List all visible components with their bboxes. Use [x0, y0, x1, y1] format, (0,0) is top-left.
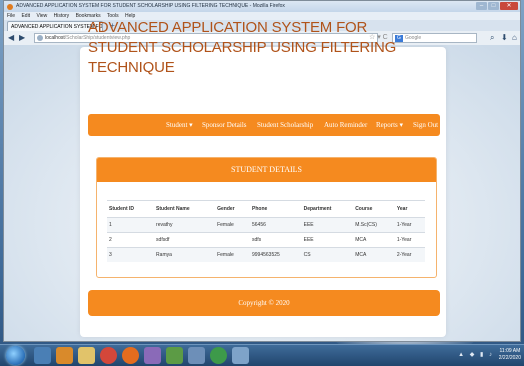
app-icon[interactable] [210, 347, 227, 364]
app-icon[interactable] [144, 347, 161, 364]
firefox-icon [7, 4, 13, 10]
start-button[interactable] [6, 346, 25, 365]
nav-student[interactable]: Student ▾ [166, 114, 193, 136]
student-table: Student ID Student Name Gender Phone Dep… [107, 200, 425, 262]
close-button[interactable]: ✕ [500, 2, 518, 10]
nav-reports[interactable]: Reports ▾ [376, 114, 403, 136]
window-controls: – □ ✕ [476, 2, 518, 10]
cell-id: 3 [107, 247, 155, 262]
chrome-icon[interactable] [100, 347, 117, 364]
media-player-icon[interactable] [56, 347, 73, 364]
cell-gender: Female [215, 247, 250, 262]
cell-course: M.Sc(CS) [353, 217, 395, 233]
table-row: 2 sdfsdf sdfs EEE MCA 1-Year [107, 232, 425, 248]
table-row: 1 revathy Female 56456 EEE M.Sc(CS) 1-Ye… [107, 217, 425, 233]
nav-student-scholarship[interactable]: Student Scholarship [257, 114, 313, 136]
title-bar: ADVANCED APPLICATION SYSTEM FOR STUDENT … [4, 1, 520, 12]
app-icon[interactable] [188, 347, 205, 364]
tray-icons[interactable]: ▲ ◆ ▮ ♪ [458, 351, 494, 358]
col-course: Course [353, 200, 395, 218]
cell-department: EEE [301, 232, 354, 248]
ie-icon[interactable] [34, 347, 51, 364]
nav-sign-out[interactable]: Sign Out [413, 114, 438, 136]
footer-bar: Copyright © 2020 [88, 290, 440, 316]
home-icon[interactable]: ⌂ [512, 33, 517, 43]
explorer-folder-icon[interactable] [78, 347, 95, 364]
page-title: ADVANCED APPLICATION SYSTEM FOR STUDENT … [88, 19, 397, 76]
taskbar: ▲ ◆ ▮ ♪ 11:09 AM 2/22/2020 [0, 344, 524, 366]
url-host: localhost [45, 35, 65, 41]
app-icon[interactable] [232, 347, 249, 364]
cell-id: 1 [107, 217, 155, 233]
cell-course: MCA [353, 247, 395, 262]
cell-phone: 56456 [250, 217, 302, 233]
cell-year: 1-Year [394, 232, 425, 248]
cell-id: 2 [107, 232, 155, 248]
clock[interactable]: 11:09 AM 2/22/2020 [499, 348, 521, 362]
nav-sponsor-details[interactable]: Sponsor Details [202, 114, 247, 136]
cell-gender: Female [215, 217, 250, 233]
cell-name: Ramya [154, 247, 216, 262]
menu-history[interactable]: History [54, 13, 70, 19]
col-department: Department [301, 200, 354, 218]
col-year: Year [394, 200, 425, 218]
menu-file[interactable]: File [7, 13, 15, 19]
window-title: ADVANCED APPLICATION SYSTEM FOR STUDENT … [16, 3, 285, 9]
menu-edit[interactable]: Edit [21, 13, 30, 19]
maximize-button[interactable]: □ [488, 2, 499, 10]
cell-year: 1-Year [394, 217, 425, 233]
download-icon[interactable]: ⬇ [501, 33, 508, 43]
table-row: 3 Ramya Female 9994563525 CS MCA 2-Year [107, 247, 425, 262]
nav-auto-reminder[interactable]: Auto Reminder [324, 114, 367, 136]
app-icon[interactable] [166, 347, 183, 364]
table-header-row: Student ID Student Name Gender Phone Dep… [107, 200, 425, 218]
col-phone: Phone [250, 200, 302, 218]
minimize-button[interactable]: – [476, 2, 487, 10]
menu-view[interactable]: View [36, 13, 47, 19]
cell-department: CS [301, 247, 354, 262]
student-details-panel: STUDENT DETAILS Student ID Student Name … [96, 157, 437, 278]
panel-title: STUDENT DETAILS [97, 158, 436, 182]
clock-time: 11:09 AM [499, 348, 521, 354]
col-student-name: Student Name [154, 200, 216, 218]
cell-gender [215, 232, 250, 248]
col-student-id: Student ID [107, 200, 155, 218]
cell-year: 2-Year [394, 247, 425, 262]
cell-name: sdfsdf [154, 232, 216, 248]
main-navigation: Student ▾ Sponsor Details Student Schola… [88, 114, 440, 136]
col-gender: Gender [215, 200, 250, 218]
cell-name: revathy [154, 217, 216, 233]
cell-course: MCA [353, 232, 395, 248]
firefox-taskbar-icon[interactable] [122, 347, 139, 364]
back-arrow-icon[interactable]: ◀ [8, 33, 14, 43]
clock-date: 2/22/2020 [498, 355, 521, 361]
cell-department: EEE [301, 217, 354, 233]
search-icon[interactable]: ⌕ [490, 33, 494, 43]
cell-phone: sdfs [250, 232, 302, 248]
forward-arrow-icon[interactable]: ▶ [19, 33, 25, 43]
site-identity-icon [37, 35, 43, 41]
cell-phone: 9994563525 [250, 247, 302, 262]
